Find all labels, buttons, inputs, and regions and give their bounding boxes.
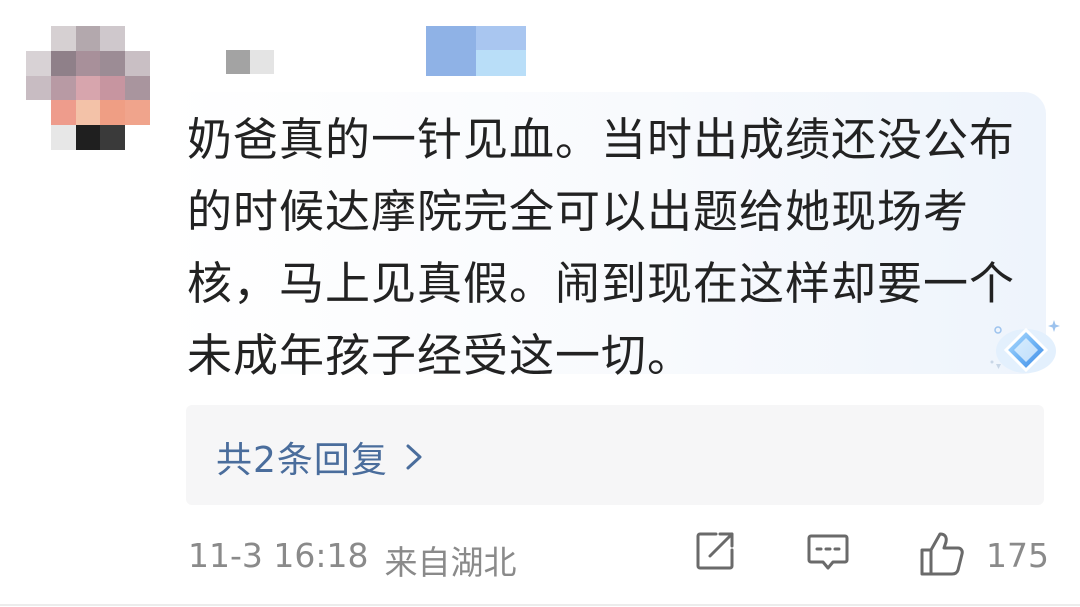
comment-card: 奶爸真的一针见血。当时出成绩还没公布的时候达摩院完全可以出题给她现场考核，马上见… <box>0 0 1080 607</box>
chevron-right-icon <box>406 444 422 470</box>
location: 来自湖北 <box>384 543 517 582</box>
avatar[interactable] <box>26 26 150 150</box>
thumbs-up-icon[interactable] <box>918 528 966 578</box>
replies-section: 共2条回复 <box>186 405 1044 505</box>
comment-text: 奶爸真的一针见血。当时出成绩还没公布的时候达摩院完全可以出题给她现场考核，马上见… <box>187 113 1016 382</box>
comment-icon[interactable] <box>806 530 850 574</box>
username[interactable] <box>226 26 526 76</box>
diamond-badge-icon <box>990 320 1060 373</box>
comment-meta: 11-3 16:18 来自湖北 <box>188 536 517 584</box>
like-count: 175 <box>986 536 1049 575</box>
timestamp: 11-3 16:18 <box>188 536 369 575</box>
divider <box>0 604 1080 606</box>
view-replies-link[interactable]: 共2条回复 <box>216 431 426 483</box>
share-icon[interactable] <box>694 530 736 572</box>
replies-label: 共2条回复 <box>216 440 388 481</box>
